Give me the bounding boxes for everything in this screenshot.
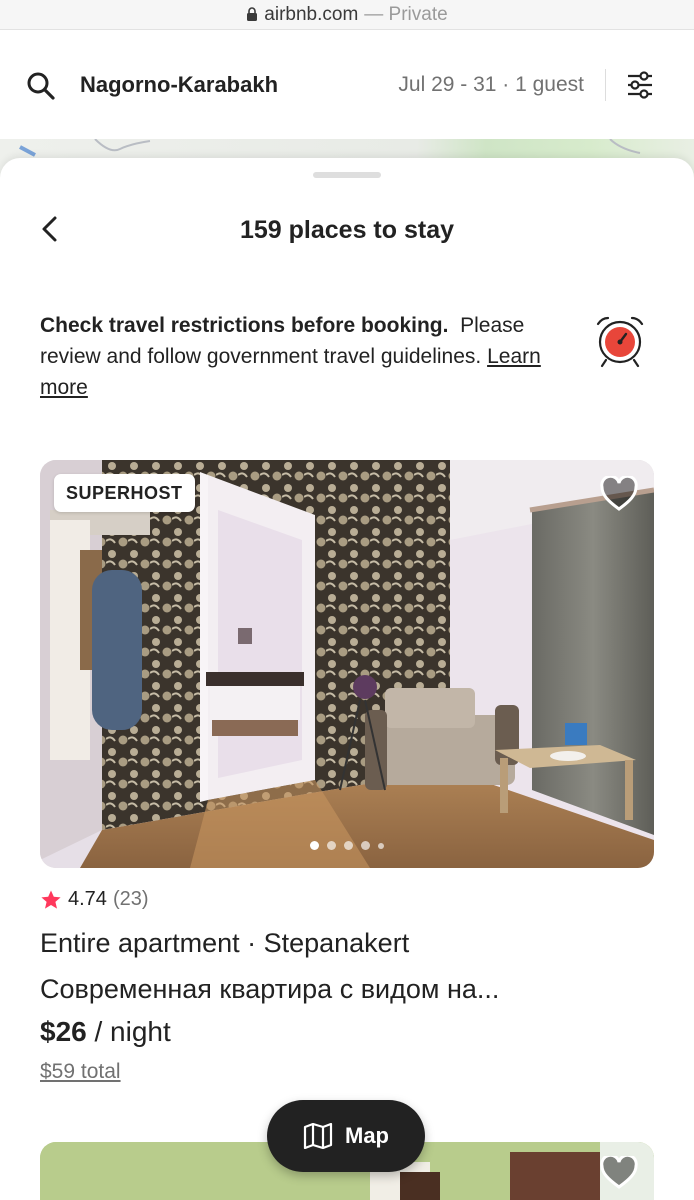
lock-icon <box>247 6 258 21</box>
heart-icon[interactable] <box>600 476 638 512</box>
filter-icon[interactable] <box>626 71 654 99</box>
superhost-badge: SUPERHOST <box>54 474 195 512</box>
pagination-dot[interactable] <box>327 841 336 850</box>
heart-icon[interactable] <box>600 1156 638 1190</box>
pagination-dot[interactable] <box>344 841 353 850</box>
map-button[interactable]: Map <box>267 1100 425 1172</box>
page: airbnb.com — Private Nagorno-Karabakh Ju… <box>0 0 694 1200</box>
listing-name[interactable]: Современная квартира с видом на... <box>40 974 650 1005</box>
photo-pagination[interactable] <box>40 841 654 850</box>
search-divider <box>605 69 606 101</box>
rating-value: 4.74 <box>68 888 107 910</box>
listing-photo[interactable]: SUPERHOST <box>40 460 654 868</box>
listing-type-location[interactable]: Entire apartment · Stepanakert <box>40 928 409 959</box>
nightly-price: $26 <box>40 1016 87 1047</box>
alarm-clock-icon <box>596 316 644 368</box>
pagination-dot[interactable] <box>310 841 319 850</box>
map-icon <box>303 1123 333 1149</box>
search-header[interactable]: Nagorno-Karabakh Jul 29 - 31 · 1 guest <box>0 31 694 139</box>
price-unit: / night <box>94 1016 171 1047</box>
pagination-dot[interactable] <box>361 841 370 850</box>
results-sheet: 159 places to stay Check travel restrict… <box>0 158 694 1200</box>
results-title: 159 places to stay <box>239 216 454 244</box>
search-location[interactable]: Nagorno-Karabakh <box>80 72 278 98</box>
review-count: (23) <box>112 888 149 910</box>
sheet-grabber[interactable] <box>313 172 381 178</box>
total-price-link[interactable]: $59 total <box>40 1060 121 1084</box>
notice-heading: Check travel restrictions before booking… <box>40 314 449 337</box>
search-icon[interactable] <box>26 71 56 101</box>
pagination-dot[interactable] <box>378 842 384 849</box>
map-button-label: Map <box>345 1123 389 1148</box>
browser-url-bar[interactable]: airbnb.com — Private <box>0 0 694 30</box>
travel-restrictions-notice: Check travel restrictions before booking… <box>40 310 580 403</box>
price-line: $26 / night <box>40 1016 171 1048</box>
listing-rating: 4.74 (23) <box>40 888 149 911</box>
search-dates-guests[interactable]: Jul 29 - 31 · 1 guest <box>398 73 584 97</box>
apartment-photo <box>40 460 654 868</box>
private-label: — Private <box>364 3 448 25</box>
url-domain: airbnb.com <box>264 3 359 25</box>
star-icon <box>41 890 61 909</box>
